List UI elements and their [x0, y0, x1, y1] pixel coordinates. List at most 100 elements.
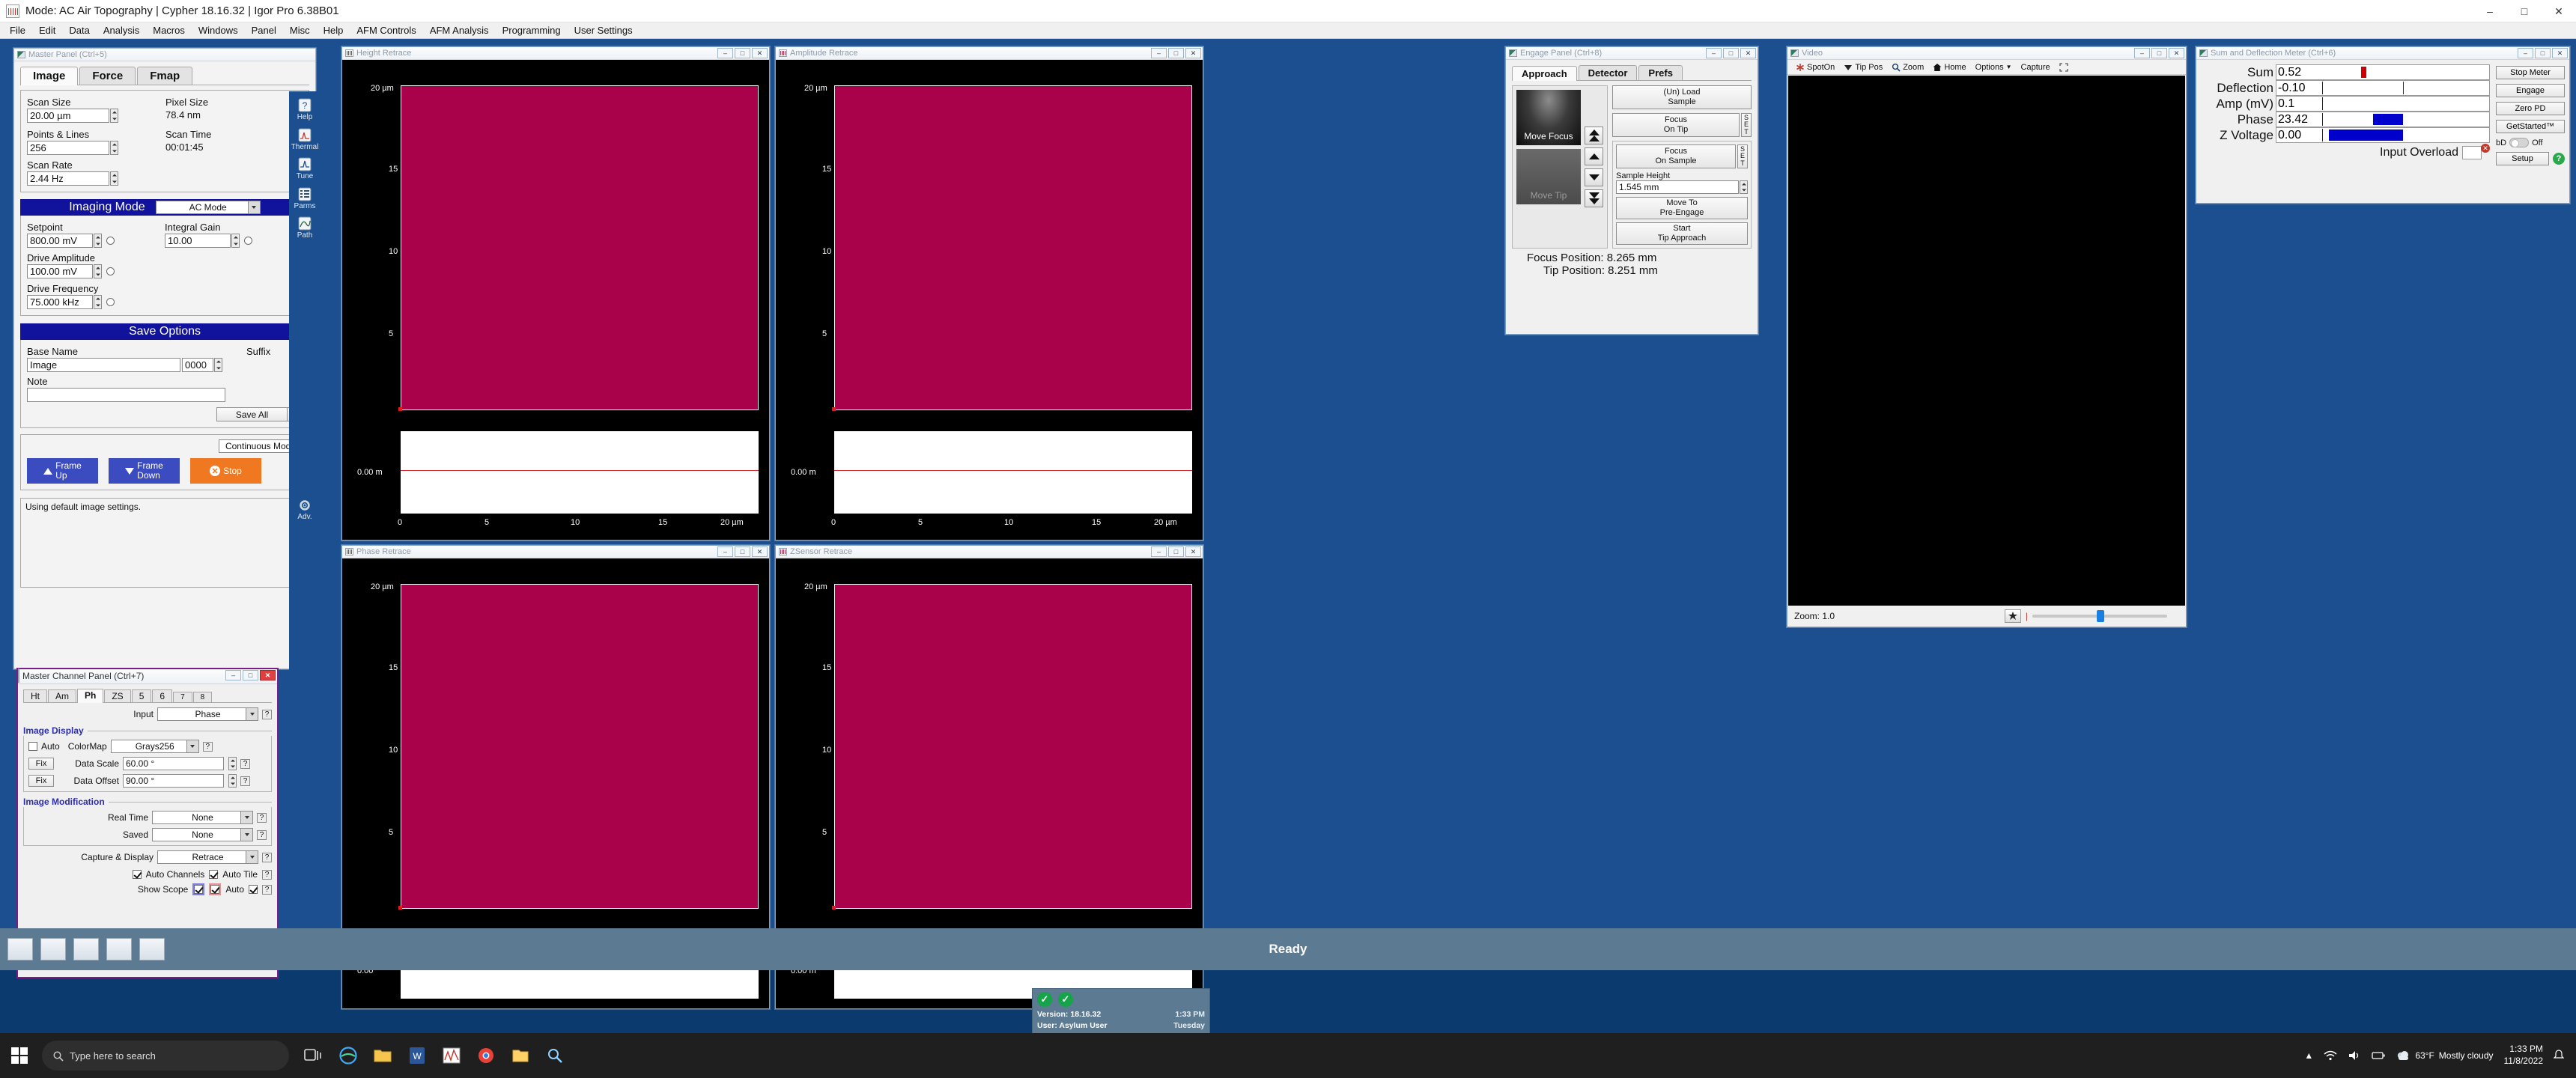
- minimize-icon[interactable]: –: [1151, 48, 1167, 58]
- options-button[interactable]: Options ▼: [1972, 62, 2016, 73]
- toolbar-item-parms[interactable]: Parms: [291, 185, 319, 213]
- integral-gain-stepper[interactable]: [231, 234, 240, 248]
- points-lines-input[interactable]: 256: [27, 141, 109, 155]
- tray-icon-1[interactable]: [7, 938, 33, 960]
- maximize-icon[interactable]: □: [2507, 0, 2542, 22]
- spoton-button[interactable]: SpotOn: [1792, 62, 1838, 73]
- data-scale-input[interactable]: 60.00 °: [123, 757, 224, 770]
- maximize-icon[interactable]: □: [2535, 48, 2551, 58]
- show-scope-auto-checkbox[interactable]: [249, 885, 258, 894]
- engage-button[interactable]: Engage: [2496, 84, 2565, 97]
- fix-data-offset-button[interactable]: Fix: [28, 775, 54, 787]
- maximize-icon[interactable]: □: [1723, 48, 1739, 58]
- capture-display-dropdown[interactable]: Retrace: [157, 850, 258, 864]
- zoom-button[interactable]: Zoom: [1888, 62, 1928, 73]
- data-offset-input[interactable]: 90.00 °: [123, 774, 224, 788]
- height-scope-trace[interactable]: [401, 431, 759, 514]
- imaging-mode-dropdown[interactable]: AC Mode: [155, 201, 261, 214]
- focus-on-tip-button[interactable]: Focus On Tip: [1612, 113, 1740, 137]
- minimize-icon[interactable]: –: [717, 48, 733, 58]
- zero-pd-button[interactable]: Zero PD: [2496, 102, 2565, 115]
- drive-amplitude-input[interactable]: 100.00 mV: [27, 264, 93, 278]
- move-up-button[interactable]: [1585, 147, 1603, 165]
- maximize-icon[interactable]: □: [1168, 48, 1184, 58]
- scan-size-input[interactable]: 20.00 µm: [27, 109, 109, 123]
- search-input[interactable]: Type here to search: [42, 1041, 289, 1071]
- menu-item-panel[interactable]: Panel: [245, 23, 283, 37]
- maximize-icon[interactable]: □: [735, 546, 750, 557]
- close-icon[interactable]: ✕: [1185, 48, 1201, 58]
- sample-height-stepper[interactable]: [1740, 180, 1748, 194]
- tray-icon-4[interactable]: [106, 938, 132, 960]
- toolbar-item-tune[interactable]: Tune: [291, 155, 319, 183]
- bd-toggle[interactable]: [2509, 138, 2530, 147]
- close-icon[interactable]: ✕: [2552, 48, 2568, 58]
- suffix-input[interactable]: 0000: [182, 358, 213, 372]
- save-all-button[interactable]: Save All: [216, 407, 288, 421]
- focus-on-sample-button[interactable]: Focus On Sample: [1616, 144, 1736, 168]
- close-icon[interactable]: ✕: [1740, 48, 1756, 58]
- saved-dropdown[interactable]: None: [152, 828, 253, 841]
- mcp-tab-zs[interactable]: ZS: [104, 689, 131, 702]
- minimize-icon[interactable]: –: [2134, 48, 2150, 58]
- colormap-help-icon[interactable]: ?: [202, 741, 213, 752]
- minimize-icon[interactable]: –: [2473, 0, 2507, 22]
- menu-item-analysis[interactable]: Analysis: [97, 23, 146, 37]
- data-offset-help-icon[interactable]: ?: [240, 776, 250, 786]
- focus-on-tip-set-button[interactable]: SET: [1741, 113, 1752, 137]
- show-scope-trace-checkbox[interactable]: [194, 885, 204, 894]
- battery-icon[interactable]: [2372, 1050, 2385, 1062]
- phase-image-render[interactable]: [401, 584, 759, 909]
- real-time-dropdown[interactable]: None: [152, 811, 253, 824]
- toolbar-item-thermal[interactable]: Thermal: [291, 126, 319, 154]
- menu-item-help[interactable]: Help: [317, 23, 350, 37]
- move-to-pre-engage-button[interactable]: Move To Pre-Engage: [1616, 197, 1748, 219]
- video-feed[interactable]: [1788, 76, 2185, 606]
- brightness-icon[interactable]: [2004, 609, 2021, 623]
- minimize-icon[interactable]: –: [1151, 546, 1167, 557]
- notifications-icon[interactable]: [2554, 1050, 2564, 1062]
- menu-item-data[interactable]: Data: [62, 23, 96, 37]
- magnifier-taskbar-icon[interactable]: [540, 1041, 570, 1071]
- input-help-icon[interactable]: ?: [262, 709, 272, 719]
- close-icon[interactable]: ✕: [752, 546, 768, 557]
- chevron-up-icon[interactable]: ▲: [2304, 1050, 2313, 1061]
- setpoint-input[interactable]: 800.00 mV: [27, 234, 93, 248]
- setpoint-radio[interactable]: [106, 237, 115, 245]
- unload-sample-button[interactable]: (Un) Load Sample: [1612, 85, 1752, 109]
- minimize-icon[interactable]: –: [1706, 48, 1722, 58]
- zsensor-image-render[interactable]: [834, 584, 1192, 909]
- setpoint-stepper[interactable]: [94, 234, 102, 248]
- setup-button[interactable]: Setup: [2496, 152, 2549, 165]
- maximize-icon[interactable]: □: [2151, 48, 2167, 58]
- move-focus-image[interactable]: Move Focus: [1516, 90, 1581, 145]
- auto-channels-help-icon[interactable]: ?: [262, 869, 272, 880]
- network-icon[interactable]: [2324, 1050, 2337, 1062]
- taskview-icon[interactable]: [299, 1041, 329, 1071]
- data-scale-help-icon[interactable]: ?: [240, 758, 250, 769]
- close-icon[interactable]: ✕: [2542, 0, 2576, 22]
- note-input[interactable]: [27, 388, 225, 402]
- start-button[interactable]: [0, 1033, 39, 1078]
- volume-icon[interactable]: [2348, 1050, 2361, 1062]
- tip-pos-button[interactable]: Tip Pos: [1840, 62, 1886, 73]
- tray-icon-3[interactable]: [73, 938, 99, 960]
- mcp-tab-6[interactable]: 6: [152, 689, 173, 702]
- fix-data-scale-button[interactable]: Fix: [28, 758, 54, 770]
- drive-frequency-input[interactable]: 75.000 kHz: [27, 295, 93, 309]
- close-icon[interactable]: ✕: [2169, 48, 2184, 58]
- sample-height-input[interactable]: 1.545 mm: [1616, 180, 1739, 194]
- drive-frequency-stepper[interactable]: [94, 295, 102, 309]
- scan-rate-input[interactable]: 2.44 Hz: [27, 171, 109, 186]
- maximize-icon[interactable]: □: [1168, 546, 1184, 557]
- menu-item-file[interactable]: File: [3, 23, 32, 37]
- suffix-stepper[interactable]: [214, 358, 222, 372]
- minimize-icon[interactable]: –: [717, 546, 733, 557]
- data-offset-stepper[interactable]: [228, 774, 237, 788]
- tab-force[interactable]: Force: [79, 67, 136, 85]
- data-scale-stepper[interactable]: [228, 757, 237, 770]
- move-up-fast-button[interactable]: [1585, 127, 1603, 144]
- height-image-render[interactable]: [401, 85, 759, 410]
- toolbar-item-help[interactable]: ? Help: [291, 96, 319, 124]
- minimize-icon[interactable]: –: [2518, 48, 2533, 58]
